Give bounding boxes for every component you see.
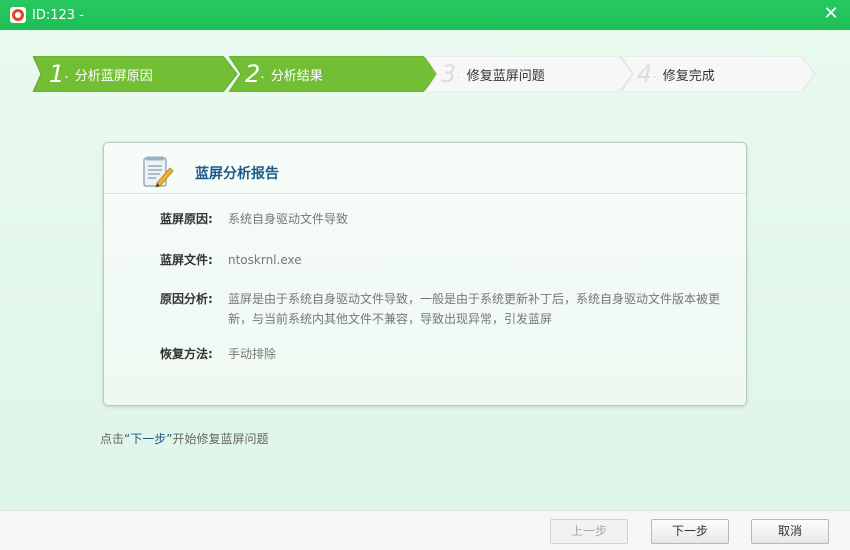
step-4-label: 修复完成 xyxy=(662,68,715,84)
prev-button[interactable]: 上一步 xyxy=(550,519,628,544)
next-button[interactable]: 下一步 xyxy=(651,519,729,544)
step-2-label: 分析结果 xyxy=(270,68,323,84)
step-3-number: 3 xyxy=(441,60,457,88)
step-2: 2 . 分析结果 xyxy=(229,56,438,92)
step-3-label: 修复蓝屏问题 xyxy=(466,68,545,84)
hint-next-link: “下一步” xyxy=(124,432,173,446)
step-4: 4 . 修复完成 xyxy=(621,56,821,92)
cause-label: 蓝屏原因: xyxy=(160,212,213,226)
close-button[interactable]: ✕ xyxy=(820,3,842,25)
document-pencil-icon xyxy=(143,156,174,188)
file-label: 蓝屏文件: xyxy=(160,253,213,267)
recovery-value: 手动排除 xyxy=(228,347,277,361)
analysis-value: 蓝屏是由于系统自身驱动文件导致，一般是由于系统更新补丁后，系统自身驱动文件版本被… xyxy=(228,292,721,326)
step-1: 1 . 分析蓝屏原因 xyxy=(33,56,238,92)
footer-bar: 上一步 下一步 取消 xyxy=(0,510,850,550)
step-1-number: 1 xyxy=(49,60,65,88)
analysis-label: 原因分析: xyxy=(160,292,213,306)
step-1-label: 分析蓝屏原因 xyxy=(74,68,153,84)
file-value: ntoskrnl.exe xyxy=(228,253,302,267)
cause-value: 系统自身驱动文件导致 xyxy=(228,212,349,226)
step-2-number: 2 xyxy=(245,60,261,88)
recovery-label: 恢复方法: xyxy=(160,347,213,361)
report-card: 蓝屏分析报告 蓝屏原因: 系统自身驱动文件导致 蓝屏文件: ntoskrnl.e… xyxy=(103,142,747,406)
main-area: 1 . 分析蓝屏原因 2 . 分析结果 3 . 修复蓝屏问题 4 . 修复完成 … xyxy=(0,30,850,510)
cancel-button[interactable]: 取消 xyxy=(751,519,829,544)
step-4-number: 4 xyxy=(637,60,653,88)
lifebuoy-icon xyxy=(10,7,26,23)
step-progress: 1 . 分析蓝屏原因 2 . 分析结果 3 . 修复蓝屏问题 4 . 修复完成 xyxy=(0,56,850,92)
next-step-hint: 点击“下一步”开始修复蓝屏问题 xyxy=(100,432,269,446)
report-title: 蓝屏分析报告 xyxy=(195,166,279,182)
title-bar: ID:123 - ✕ xyxy=(0,0,850,30)
report-header: 蓝屏分析报告 xyxy=(104,143,746,194)
step-3: 3 . 修复蓝屏问题 xyxy=(425,56,634,92)
window-title: ID:123 - xyxy=(32,7,84,23)
